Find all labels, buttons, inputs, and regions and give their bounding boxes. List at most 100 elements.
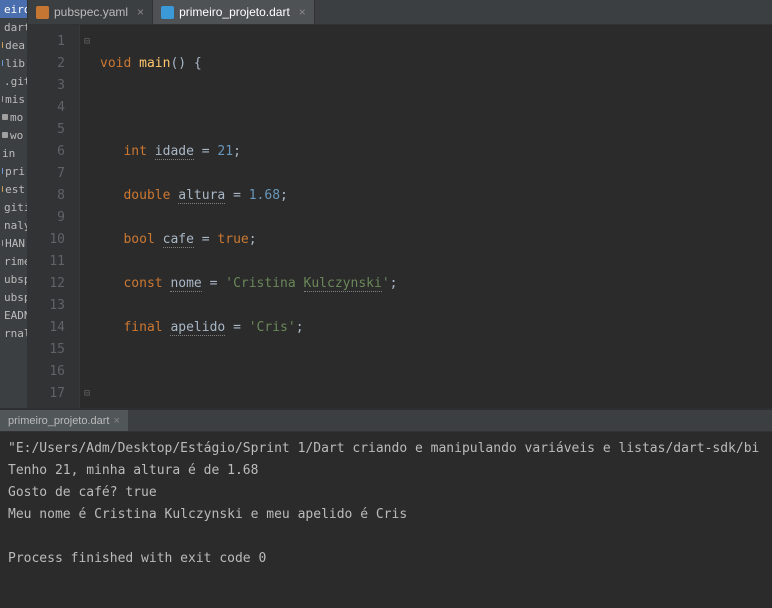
project-sidebar[interactable]: eiro_ dart_tdea lib .giti mis mo wo in pri est git… [0, 0, 28, 408]
project-item[interactable]: pri [0, 162, 27, 180]
identifier: idade [155, 144, 194, 160]
punct: ; [233, 144, 241, 159]
line-number: 7 [28, 163, 65, 185]
line-number: 13 [28, 295, 65, 317]
tab-label: primeiro_projeto.dart [179, 5, 290, 19]
project-item-label: mo [10, 111, 23, 124]
folder-icon [2, 114, 8, 120]
project-item[interactable]: .giti [0, 72, 27, 90]
line-number: 11 [28, 251, 65, 273]
punct: ; [249, 232, 257, 247]
folder-icon [2, 240, 3, 246]
project-item[interactable]: HAN [0, 234, 27, 252]
project-item[interactable]: nalysi [0, 216, 27, 234]
console-output[interactable]: "E:/Users/Adm/Desktop/Estágio/Sprint 1/D… [0, 432, 772, 608]
project-item-label: nalysi [4, 219, 28, 232]
close-icon[interactable]: × [137, 5, 144, 19]
line-number: 16 [28, 361, 65, 383]
string: ' [382, 276, 390, 291]
project-item-label: ubsp [4, 273, 28, 286]
project-item[interactable]: EADN [0, 306, 27, 324]
punct: ; [296, 320, 304, 335]
editor-column: pubspec.yaml×primeiro_projeto.dart× 1234… [28, 0, 772, 408]
folder-icon [2, 96, 3, 102]
project-item[interactable]: wo [0, 126, 27, 144]
line-number: 3 [28, 75, 65, 97]
project-item[interactable]: in [0, 144, 27, 162]
function-name: main [139, 56, 170, 71]
code-content[interactable]: void main() { int idade = 21; double alt… [94, 25, 772, 408]
editor-area: eiro_ dart_tdea lib .giti mis mo wo in pri est git… [0, 0, 772, 408]
line-number: 17 [28, 383, 65, 405]
line-number: 5 [28, 119, 65, 141]
project-item-label: .giti [4, 75, 28, 88]
folder-icon [2, 42, 3, 48]
folder-icon [2, 186, 3, 192]
keyword: final [123, 320, 162, 335]
line-number: 12 [28, 273, 65, 295]
identifier: cafe [163, 232, 194, 248]
editor-tab[interactable]: pubspec.yaml × [28, 0, 153, 24]
punct: ; [390, 276, 398, 291]
op: = [225, 320, 248, 335]
close-icon[interactable]: × [114, 415, 120, 427]
op: = [202, 276, 225, 291]
number: 1.68 [249, 188, 280, 203]
console-tab-label: primeiro_projeto.dart [8, 415, 110, 427]
number: 21 [217, 144, 233, 159]
op: = [225, 188, 248, 203]
line-number: 14 [28, 317, 65, 339]
project-item-label: pri [5, 165, 25, 178]
close-icon[interactable]: × [299, 5, 306, 19]
punct: () { [170, 56, 201, 71]
line-number: 8 [28, 185, 65, 207]
project-item-label: mis [5, 93, 25, 106]
string: Kulczynski [304, 276, 382, 292]
string: 'Cristina [225, 276, 303, 291]
line-gutter: 1234567891011121314151617 [28, 25, 80, 408]
editor-tabs: pubspec.yaml × primeiro_projeto.dart × [28, 0, 772, 25]
punct: ; [280, 188, 288, 203]
project-item-label: in [2, 147, 15, 160]
code-editor[interactable]: 1234567891011121314151617 ⊟ ⊟ void main(… [28, 25, 772, 408]
editor-tab[interactable]: primeiro_projeto.dart × [153, 0, 315, 24]
line-number: 9 [28, 207, 65, 229]
keyword: void [100, 56, 131, 71]
keyword: true [217, 232, 248, 247]
folder-icon [2, 168, 3, 174]
project-item[interactable]: ubsp [0, 270, 27, 288]
string: 'Cris' [249, 320, 296, 335]
project-item[interactable]: ubsp [0, 288, 27, 306]
project-item[interactable]: dart_t [0, 18, 27, 36]
project-item[interactable]: eiro_ [0, 0, 27, 18]
project-item[interactable]: gitign [0, 198, 27, 216]
file-icon [161, 6, 174, 19]
line-number: 10 [28, 229, 65, 251]
project-item[interactable]: lib [0, 54, 27, 72]
project-item[interactable]: rnal Li [0, 324, 27, 342]
project-item[interactable]: mo [0, 108, 27, 126]
line-number: 4 [28, 97, 65, 119]
project-item-label: dea [5, 39, 25, 52]
project-item[interactable]: rimei [0, 252, 27, 270]
project-item[interactable]: est [0, 180, 27, 198]
line-number: 1 [28, 31, 65, 53]
project-item-label: lib [5, 57, 25, 70]
console-tab[interactable]: primeiro_projeto.dart × [0, 410, 128, 431]
project-item-label: wo [10, 129, 23, 142]
op: = [194, 232, 217, 247]
project-item[interactable]: mis [0, 90, 27, 108]
project-item-label: eiro_ [4, 3, 28, 16]
folder-icon [2, 132, 8, 138]
type: int [123, 144, 146, 159]
project-item[interactable]: dea [0, 36, 27, 54]
line-number: 2 [28, 53, 65, 75]
project-item-label: dart_t [4, 21, 28, 34]
identifier: apelido [170, 320, 225, 336]
identifier: nome [170, 276, 201, 292]
op: = [194, 144, 217, 159]
folder-icon [2, 60, 3, 66]
identifier: altura [178, 188, 225, 204]
project-item-label: est [5, 183, 25, 196]
tab-label: pubspec.yaml [54, 5, 128, 19]
